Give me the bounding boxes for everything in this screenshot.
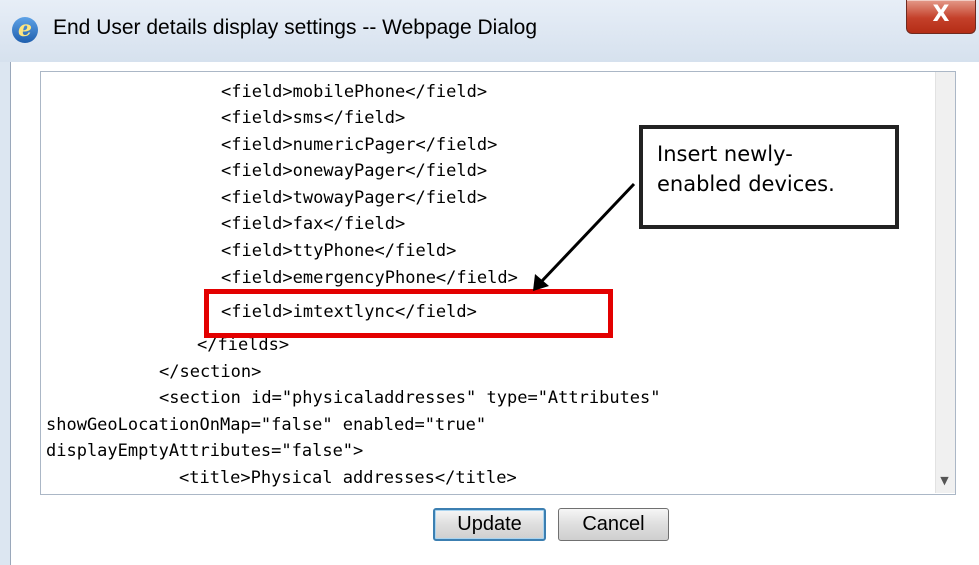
code-line: </section> [159,362,262,382]
code-line: <field>ttyPhone</field> [221,241,457,261]
code-line: <field>sms</field> [221,108,406,128]
title-bar: e End User details display settings -- W… [0,0,979,62]
code-line: <title>Physical addresses</title> [179,468,517,488]
callout-text-line-2: enabled devices. [657,172,835,196]
update-button[interactable]: Update [433,508,546,541]
cancel-button[interactable]: Cancel [558,508,669,541]
annotation-callout: Insert newly- enabled devices. [639,125,899,229]
inserted-field-highlight [204,289,613,338]
code-line: <field>onewayPager</field> [221,161,488,181]
vertical-scrollbar[interactable] [935,72,955,493]
window-frame-left [0,62,11,565]
code-line: <section id="physicaladdresses" type="At… [159,388,661,408]
code-line: <field>numericPager</field> [221,135,498,155]
scroll-down-arrow-icon[interactable]: ▼ [935,470,954,492]
code-line: <field>fax</field> [221,214,406,234]
code-line: displayEmptyAttributes="false"> [46,441,364,461]
code-line: <field>emergencyPhone</field> [221,268,518,288]
code-line: <field>twowayPager</field> [221,188,488,208]
close-button[interactable]: X [906,0,976,34]
callout-text-line-1: Insert newly- [657,142,793,166]
window-title: End User details display settings -- Web… [53,16,538,39]
code-line: showGeoLocationOnMap="false" enabled="tr… [46,415,487,435]
internet-explorer-icon: e [12,17,38,43]
code-line: <field>mobilePhone</field> [221,82,488,102]
